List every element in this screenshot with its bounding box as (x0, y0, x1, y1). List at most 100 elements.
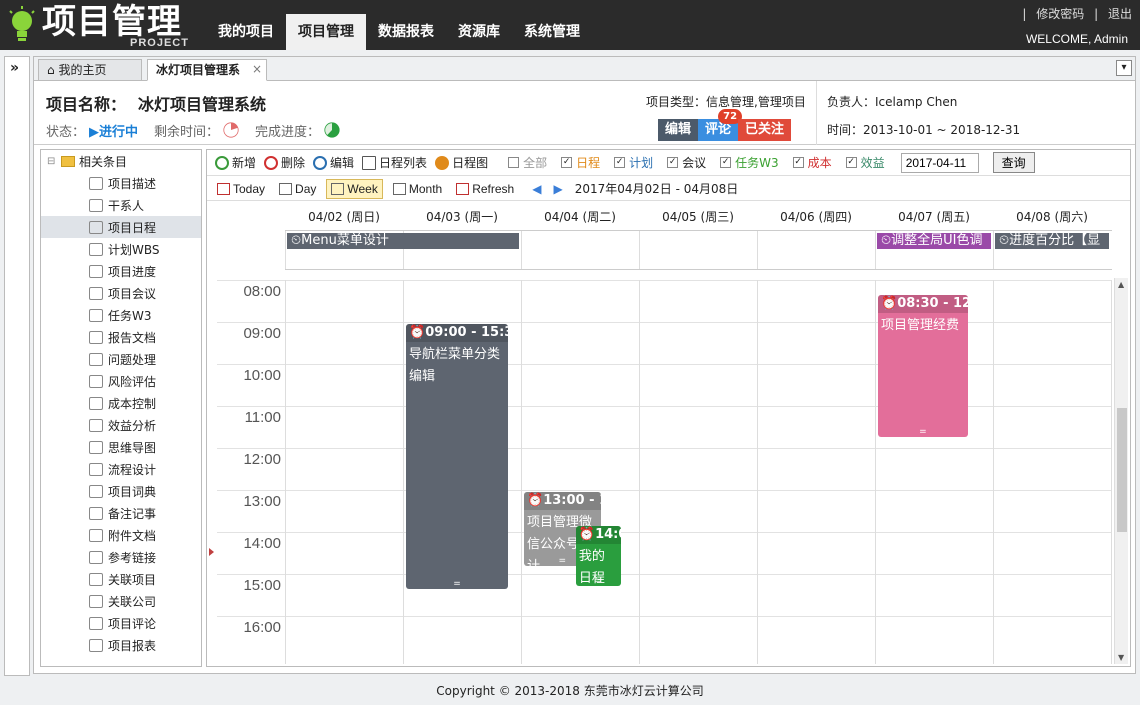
calendar-event[interactable]: ⏰14:00我的日程开发-= (575, 525, 621, 587)
scrollbar-thumb[interactable] (1117, 408, 1127, 532)
tree-item[interactable]: 风险评估 (41, 370, 201, 392)
date-input[interactable] (900, 152, 979, 173)
day-view-button[interactable]: Day (275, 179, 320, 199)
checkbox-icon[interactable]: ✓ (561, 157, 573, 168)
nav-my-projects[interactable]: 我的项目 (206, 14, 286, 50)
checkbox-icon[interactable]: ✓ (720, 157, 732, 168)
schedule-chart-button[interactable]: 日程图 (435, 154, 488, 171)
filter-checkbox[interactable]: ✓ 日程 (561, 154, 600, 171)
resize-handle[interactable]: = (576, 577, 621, 586)
filter-checkbox[interactable]: ✓ 效益 (845, 154, 885, 171)
tree-item[interactable]: 思维导图 (41, 436, 201, 458)
edit-button[interactable]: 编辑 (658, 119, 699, 141)
all-day-event[interactable]: ⏲调整全局UI色调 (877, 233, 991, 249)
tree-item[interactable]: 成本控制 (41, 392, 201, 414)
tree-item[interactable]: 项目评论 (41, 612, 201, 634)
resize-handle[interactable]: = (406, 579, 508, 588)
tab-overflow-icon[interactable]: ▾ (1116, 60, 1132, 76)
filter-checkbox[interactable]: ✓ 计划 (614, 154, 653, 171)
schedule-list-button[interactable]: 日程列表 (362, 154, 427, 171)
day-header[interactable]: 04/08 (周六) (993, 204, 1111, 230)
tree-item[interactable]: 附件文档 (41, 524, 201, 546)
next-week-icon[interactable]: ▶ (553, 182, 562, 196)
tree-item[interactable]: 关联项目 (41, 568, 201, 590)
tree-item[interactable]: 流程设计 (41, 458, 201, 480)
tab-project[interactable]: 冰灯项目管理系 × (147, 59, 267, 81)
tree-item[interactable]: 报告文档 (41, 326, 201, 348)
filter-checkbox[interactable]: ✓ 会议 (667, 154, 706, 171)
scroll-up-icon[interactable]: ▲ (1118, 280, 1124, 289)
hour-row[interactable]: 09:00 (217, 322, 1112, 364)
tree-item[interactable]: 效益分析 (41, 414, 201, 436)
delete-button[interactable]: 删除 (264, 154, 305, 171)
follow-button[interactable]: 已关注 (738, 119, 792, 141)
month-view-button[interactable]: Month (389, 179, 446, 199)
add-button[interactable]: 新增 (215, 154, 256, 171)
nav-project-management[interactable]: 项目管理 (286, 14, 366, 50)
tree-item[interactable]: 项目报表 (41, 634, 201, 656)
expand-icon[interactable]: » (10, 60, 19, 76)
tab-home[interactable]: ⌂ 我的主页 (38, 59, 142, 81)
tree-root[interactable]: ⊟ 相关条目 (47, 152, 127, 170)
today-button[interactable]: Today (213, 179, 269, 199)
calendar-event[interactable]: ⏰09:00 - 15:3 导航栏菜单分类编辑 = (406, 324, 508, 589)
day-header[interactable]: 04/06 (周四) (757, 204, 875, 230)
tree-item[interactable]: 计划WBS (41, 238, 201, 260)
collapse-icon[interactable]: ⊟ (47, 156, 57, 167)
resize-handle[interactable]: = (878, 428, 968, 437)
checkbox-icon[interactable]: ✓ (614, 157, 626, 168)
checkbox-icon[interactable]: ✓ (792, 157, 804, 168)
filter-checkbox[interactable]: ✓ 任务W3 (720, 154, 779, 171)
tree-item[interactable]: 项目描述 (41, 172, 201, 194)
hour-row[interactable]: 14:00 (217, 532, 1112, 574)
week-view-button[interactable]: Week (326, 178, 383, 199)
hour-row[interactable]: 08:00 (217, 280, 1112, 322)
hour-row[interactable]: 11:00 (217, 406, 1112, 448)
refresh-button[interactable]: Refresh (452, 179, 518, 199)
day-header[interactable]: 04/03 (周一) (403, 204, 521, 230)
checkbox-icon[interactable]: ✓ (667, 157, 679, 168)
nav-data-reports[interactable]: 数据报表 (366, 14, 446, 50)
hour-row[interactable]: 15:00 (217, 574, 1112, 616)
checkbox-icon[interactable]: ✓ (845, 157, 857, 168)
all-day-cell[interactable] (521, 231, 639, 269)
tree-item[interactable]: 项目会议 (41, 282, 201, 304)
scroll-down-icon[interactable]: ▼ (1118, 653, 1124, 662)
app-logo[interactable]: 项目管理 PROJECT (6, 4, 196, 49)
hour-row[interactable]: 10:00 (217, 364, 1112, 406)
nav-system-admin[interactable]: 系统管理 (512, 14, 592, 50)
day-header[interactable]: 04/07 (周五) (875, 204, 993, 230)
change-password-link[interactable]: 修改密码 (1036, 7, 1084, 21)
tree-item[interactable]: 项目进度 (41, 260, 201, 282)
all-day-cell[interactable] (757, 231, 875, 269)
calendar-event[interactable]: ⏰08:30 - 12:0 项目管理经费 = (878, 294, 968, 438)
logout-link[interactable]: 退出 (1108, 7, 1132, 21)
day-header[interactable]: 04/05 (周三) (639, 204, 757, 230)
day-header[interactable]: 04/04 (周二) (521, 204, 639, 230)
filter-checkbox[interactable]: 全部 (508, 154, 547, 171)
query-button[interactable]: 查询 (992, 152, 1035, 173)
hour-row[interactable]: 16:00 (217, 616, 1112, 658)
hour-row[interactable]: 13:00 (217, 490, 1112, 532)
checkbox-icon[interactable] (508, 157, 520, 168)
all-day-event[interactable]: ⏲进度百分比【显 (995, 233, 1109, 249)
nav-resources[interactable]: 资源库 (446, 14, 512, 50)
day-header[interactable]: 04/02 (周日) (285, 204, 403, 230)
tree-item[interactable]: 备注记事 (41, 502, 201, 524)
all-day-event[interactable]: ⏲Menu菜单设计 (287, 233, 519, 249)
hour-row[interactable]: 12:00 (217, 448, 1112, 490)
comment-button[interactable]: 评论 72 (698, 109, 743, 141)
prev-week-icon[interactable]: ◀ (532, 182, 541, 196)
calendar-scrollbar[interactable]: ▲ ▼ (1114, 278, 1128, 664)
tree-item[interactable]: 项目日程 (41, 216, 201, 238)
edit-event-button[interactable]: 编辑 (313, 154, 354, 171)
tree-item[interactable]: 干系人 (41, 194, 201, 216)
tree-item[interactable]: 参考链接 (41, 546, 201, 568)
tree-item[interactable]: 关联公司 (41, 590, 201, 612)
tree-item[interactable]: 任务W3 (41, 304, 201, 326)
all-day-cell[interactable] (639, 231, 757, 269)
close-icon[interactable]: × (252, 59, 262, 79)
tree-item[interactable]: 项目词典 (41, 480, 201, 502)
tree-item[interactable]: 问题处理 (41, 348, 201, 370)
filter-checkbox[interactable]: ✓ 成本 (792, 154, 832, 171)
